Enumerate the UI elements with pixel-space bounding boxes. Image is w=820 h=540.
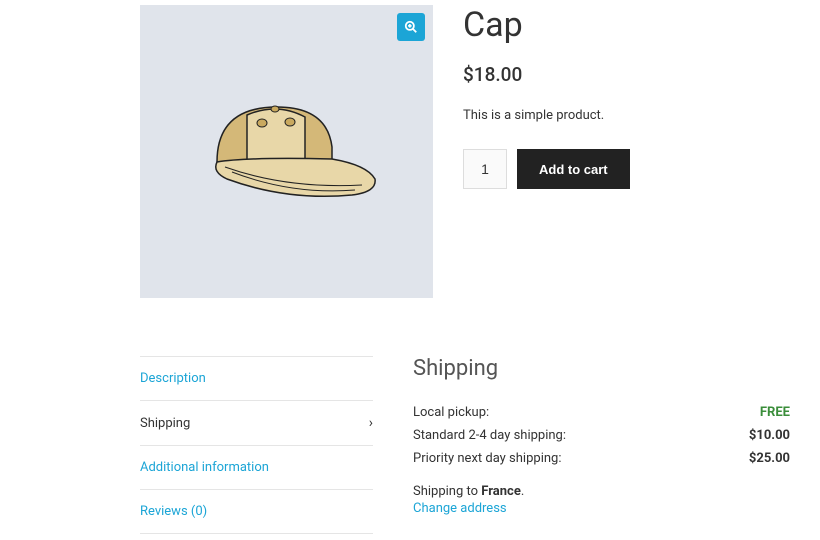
product-title: Cap	[463, 5, 790, 45]
shipping-option-price: $10.00	[749, 428, 790, 443]
tab-reviews-label: Reviews (0)	[140, 504, 207, 519]
tab-additional-label: Additional information	[140, 460, 269, 475]
tab-additional-information[interactable]: Additional information	[140, 445, 373, 489]
tab-shipping-label: Shipping	[140, 416, 190, 431]
tab-reviews[interactable]: Reviews (0)	[140, 489, 373, 534]
tab-shipping[interactable]: Shipping ›	[140, 400, 373, 445]
zoom-icon[interactable]	[397, 13, 425, 41]
tab-description[interactable]: Description	[140, 356, 373, 400]
shipping-option-label: Standard 2-4 day shipping:	[413, 428, 566, 443]
product-image[interactable]	[140, 5, 433, 298]
shipping-heading: Shipping	[413, 356, 790, 381]
shipping-option-price: FREE	[760, 405, 790, 420]
shipping-option-row: Local pickup: FREE	[413, 401, 790, 424]
shipping-destination: Shipping to France.	[413, 484, 790, 499]
shipping-option-row: Standard 2-4 day shipping: $10.00	[413, 424, 790, 447]
shipping-option-label: Local pickup:	[413, 405, 489, 420]
product-price: $18.00	[463, 63, 790, 86]
shipping-option-row: Priority next day shipping: $25.00	[413, 447, 790, 470]
shipping-panel: Shipping Local pickup: FREE Standard 2-4…	[403, 356, 790, 534]
product-short-description: This is a simple product.	[463, 108, 790, 123]
add-to-cart-button[interactable]: Add to cart	[517, 149, 630, 189]
quantity-input[interactable]	[463, 149, 507, 189]
change-address-link[interactable]: Change address	[413, 501, 790, 516]
shipping-option-label: Priority next day shipping:	[413, 451, 561, 466]
tab-description-label: Description	[140, 371, 206, 386]
cap-illustration	[187, 87, 387, 217]
product-tabs: Description Shipping › Additional inform…	[140, 356, 373, 534]
chevron-right-icon: ›	[369, 415, 373, 431]
shipping-option-price: $25.00	[749, 451, 790, 466]
